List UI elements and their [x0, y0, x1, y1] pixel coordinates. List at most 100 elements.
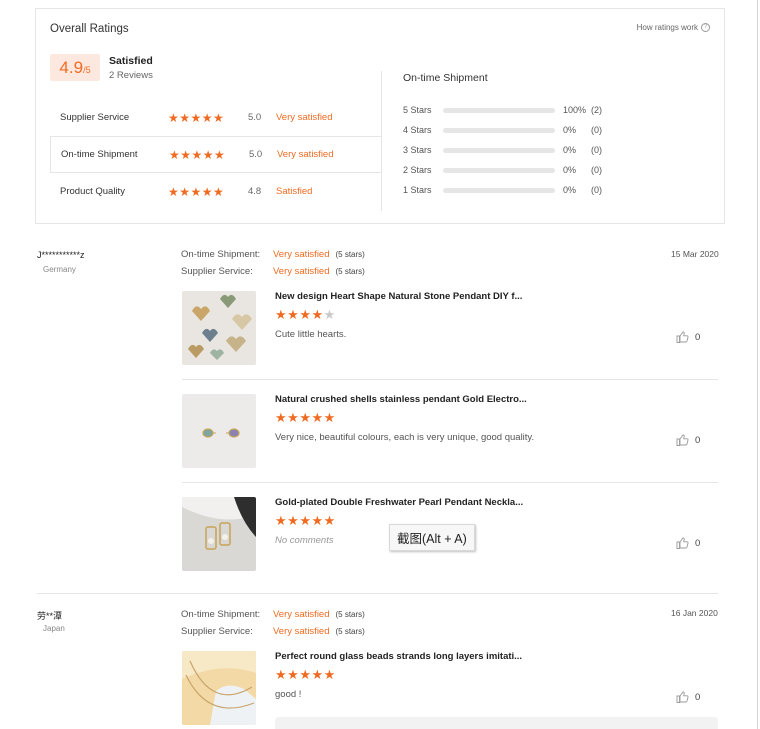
like-button[interactable]: 0 — [676, 691, 700, 703]
review-comment: Very nice, beautiful colours, each is ve… — [275, 432, 535, 443]
meta-stars: (5 stars) — [335, 627, 365, 636]
product-title[interactable]: New design Heart Shape Natural Stone Pen… — [275, 291, 522, 302]
distribution-bar — [443, 167, 555, 173]
star-icon: ★ — [323, 410, 336, 425]
overall-ratings-panel: Overall Ratings How ratings work ? 4.9 /… — [35, 8, 725, 224]
meta-value: Very satisfied — [273, 609, 330, 620]
meta-key: Supplier Service: — [181, 266, 253, 277]
item-rating-stars: ★★★★★ — [275, 307, 336, 323]
criteria-name: Product Quality — [60, 186, 125, 197]
product-thumbnail-hearts[interactable] — [182, 291, 256, 365]
distribution-count: (0) — [591, 165, 602, 175]
star-icon: ★ — [311, 410, 324, 425]
review-meta-service: Supplier Service: Very satisfied (5 star… — [181, 626, 365, 637]
distribution-bar — [443, 107, 555, 113]
distribution-bar — [443, 147, 555, 153]
review-meta-shipment: On-time Shipment: Very satisfied (5 star… — [181, 609, 365, 620]
star-icon: ★ — [287, 513, 300, 528]
star-icon: ★ — [287, 667, 300, 682]
distribution-label: 5 Stars — [403, 105, 432, 115]
like-count: 0 — [695, 331, 701, 343]
criteria-score: 4.8 — [248, 186, 262, 197]
reviewer-name: 劳**潭 — [37, 611, 63, 621]
distribution-count: (0) — [591, 185, 602, 195]
star-icon: ★ — [287, 410, 300, 425]
overall-satisfaction: Satisfied — [109, 55, 153, 67]
distribution-row-1: 1 Stars 0% (0) — [403, 184, 602, 196]
product-title[interactable]: Gold-plated Double Freshwater Pearl Pend… — [275, 497, 523, 508]
meta-key: Supplier Service: — [181, 626, 253, 637]
product-title[interactable]: Natural crushed shells stainless pendant… — [275, 394, 527, 405]
distribution-row-4: 4 Stars 0% (0) — [403, 124, 602, 136]
star-icon: ★ — [323, 667, 336, 682]
how-ratings-work-label: How ratings work — [636, 23, 698, 32]
criteria-score: 5.0 — [248, 112, 262, 123]
star-icon: ★ — [287, 307, 300, 322]
item-rating-stars: ★★★★★ — [275, 667, 336, 683]
distribution-row-5: 5 Stars 100% (2) — [403, 104, 602, 116]
distribution-percent: 100% — [563, 105, 587, 115]
like-button[interactable]: 0 — [676, 537, 700, 549]
criteria-desc: Satisfied — [276, 186, 313, 197]
criteria-desc: Very satisfied — [276, 112, 333, 123]
criteria-name: Supplier Service — [60, 112, 130, 123]
like-button[interactable]: 0 — [676, 434, 700, 446]
distribution-count: (0) — [591, 145, 602, 155]
like-count: 0 — [695, 691, 701, 703]
star-icon: ★ — [299, 307, 312, 322]
product-thumbnail-glass-beads[interactable] — [182, 651, 256, 725]
star-icon: ★ — [311, 667, 324, 682]
window-edge — [757, 0, 758, 729]
item-separator — [182, 482, 718, 483]
review-comment: good ! — [275, 689, 302, 700]
screenshot-tooltip: 截图(Alt + A) — [389, 524, 475, 551]
like-count: 0 — [695, 434, 701, 446]
meta-value: Very satisfied — [273, 266, 330, 277]
product-thumbnail-pearl[interactable] — [182, 497, 256, 571]
meta-key: On-time Shipment: — [181, 249, 261, 260]
distribution-row-3: 3 Stars 0% (0) — [403, 144, 602, 156]
thumbs-up-icon — [676, 331, 689, 343]
star-empty-icon: ★ — [323, 307, 336, 322]
distribution-count: (0) — [591, 125, 602, 135]
criteria-name: On-time Shipment — [61, 149, 138, 160]
panel-divider — [381, 71, 382, 211]
star-icon: ★ — [299, 513, 312, 528]
review-comment: No comments — [275, 535, 334, 546]
product-thumbnail-shells[interactable] — [182, 394, 256, 468]
criteria-stars: ★★★★★ — [168, 184, 225, 199]
overall-score-badge: 4.9 /5 — [50, 54, 100, 81]
star-icon: ★ — [275, 513, 288, 528]
help-icon: ? — [701, 23, 710, 32]
review-separator — [37, 593, 718, 594]
like-count: 0 — [695, 537, 701, 549]
distribution-label: 3 Stars — [403, 145, 432, 155]
meta-stars: (5 stars) — [335, 250, 365, 259]
distribution-percent: 0% — [563, 165, 577, 175]
like-button[interactable]: 0 — [676, 331, 700, 343]
criteria-stars: ★★★★★ — [168, 110, 225, 125]
reply-box — [275, 717, 718, 729]
star-icon: ★ — [299, 410, 312, 425]
overall-score: 4.9 — [59, 58, 84, 77]
distribution-label: 2 Stars — [403, 165, 432, 175]
star-icon: ★ — [275, 307, 288, 322]
how-ratings-work-link[interactable]: How ratings work ? — [637, 23, 710, 32]
reviewer-country: Germany — [43, 265, 76, 274]
item-separator — [182, 379, 718, 380]
criteria-row-product-quality: Product Quality ★★★★★ 4.8 Satisfied — [50, 173, 381, 210]
review-meta-shipment: On-time Shipment: Very satisfied (5 star… — [181, 249, 365, 260]
criteria-row-on-time-shipment[interactable]: On-time Shipment ★★★★★ 5.0 Very satisfie… — [50, 136, 381, 173]
meta-stars: (5 stars) — [335, 267, 365, 276]
meta-key: On-time Shipment: — [181, 609, 261, 620]
criteria-row-supplier-service: Supplier Service ★★★★★ 5.0 Very satisfie… — [50, 99, 381, 136]
star-icon: ★ — [311, 513, 324, 528]
meta-value: Very satisfied — [273, 626, 330, 637]
thumbs-up-icon — [676, 537, 689, 549]
reviewer-name: J***********z — [37, 250, 85, 260]
product-title[interactable]: Perfect round glass beads strands long l… — [275, 651, 522, 662]
distribution-percent: 0% — [563, 145, 577, 155]
meta-value: Very satisfied — [273, 249, 330, 260]
review-comment: Cute little hearts. — [275, 329, 347, 340]
item-rating-stars: ★★★★★ — [275, 410, 336, 426]
